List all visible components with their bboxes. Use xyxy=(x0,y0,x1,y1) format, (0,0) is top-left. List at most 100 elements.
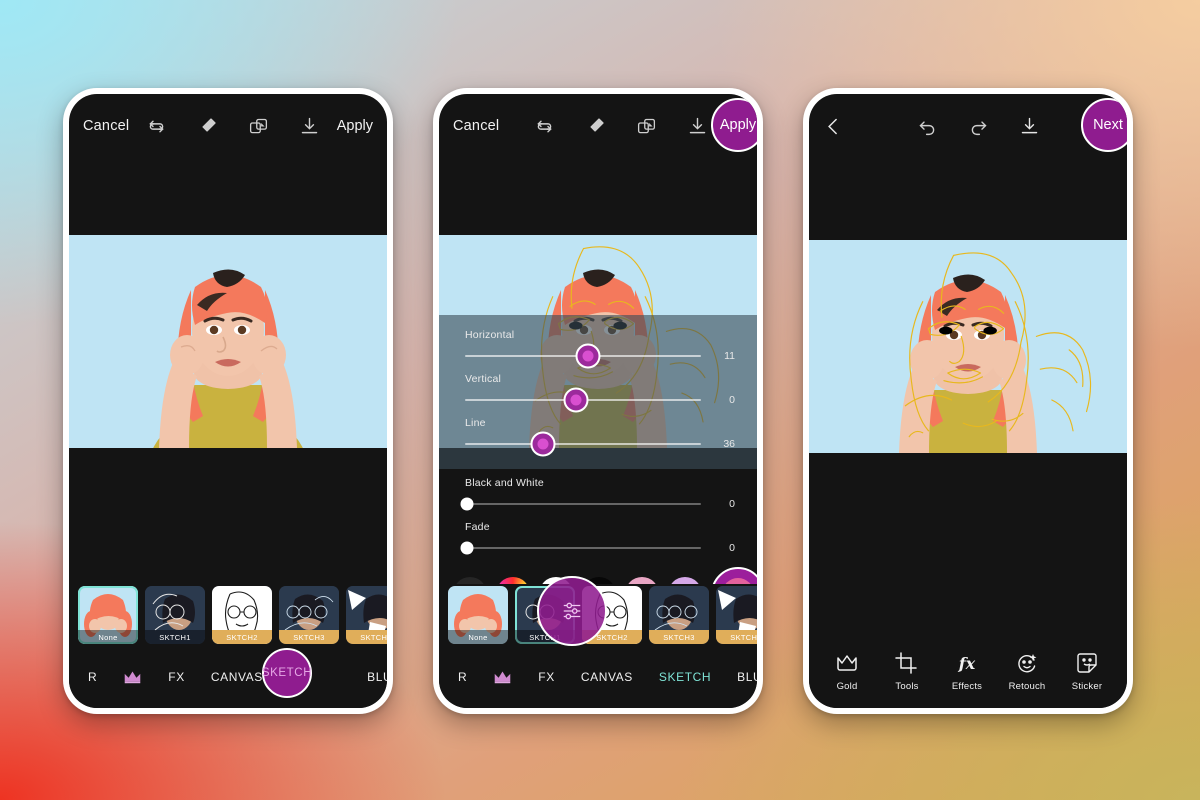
download-icon[interactable] xyxy=(299,116,320,137)
slider-label: Fade xyxy=(465,521,490,533)
nav-label: Gold xyxy=(836,681,858,692)
tab-filter-cut[interactable]: R xyxy=(75,670,110,684)
nav-item-effects[interactable]: fx Effects xyxy=(937,652,997,692)
cancel-button[interactable]: Cancel xyxy=(83,118,129,134)
apply-button[interactable]: Apply xyxy=(337,118,373,134)
rotate-icon[interactable] xyxy=(534,116,555,137)
tab-blur[interactable]: BLUR xyxy=(724,670,757,684)
nav-item-gold[interactable]: Gold xyxy=(817,652,877,692)
phone-2-topbar-icons xyxy=(499,116,743,137)
slider-label: Line xyxy=(465,417,486,429)
undo-icon[interactable] xyxy=(917,116,938,137)
nav-item-tools[interactable]: Tools xyxy=(877,652,937,692)
next-button[interactable]: Next xyxy=(1081,98,1127,152)
tab-sketch[interactable]: SKETCH xyxy=(646,670,724,684)
thumbnail-label: SKTCH4 xyxy=(346,630,387,644)
nav-item-cut[interactable]: Cut xyxy=(1117,652,1127,692)
thumbnail-label: SKTCH4 xyxy=(716,630,757,644)
slider-label: Vertical xyxy=(465,373,502,385)
slider-track[interactable] xyxy=(465,387,701,413)
rotate-icon[interactable] xyxy=(146,116,167,137)
cancel-button[interactable]: Cancel xyxy=(453,118,499,134)
slider-track[interactable] xyxy=(465,431,701,457)
slider-knob[interactable] xyxy=(460,497,474,511)
crown-icon[interactable] xyxy=(110,670,155,685)
thumbnail-sktch4[interactable]: SKTCH4 xyxy=(716,586,757,644)
svg-text:fx: fx xyxy=(958,654,976,673)
tab-canvas[interactable]: CANVAS xyxy=(568,670,646,684)
phone-mockup-2: Cancel Apply Horizontal 11 Vertical 0 Li… xyxy=(433,88,763,714)
sliders-adjust-icon xyxy=(561,600,583,622)
thumbnail-label: None xyxy=(448,630,508,644)
primary-sliders-group: Horizontal 11 Vertical 0 Line 36 xyxy=(439,315,757,469)
thumbnail-label: SKTCH2 xyxy=(212,630,272,644)
nav-label: Effects xyxy=(951,681,983,692)
eraser-icon[interactable] xyxy=(585,116,606,137)
tab-fx[interactable]: FX xyxy=(525,670,568,684)
fx-icon: fx xyxy=(955,652,979,674)
thumbnail-none[interactable]: None xyxy=(448,586,508,644)
sticker-icon xyxy=(1075,652,1099,674)
layers-icon[interactable] xyxy=(636,116,657,137)
nav-label: Tools xyxy=(895,681,919,692)
back-chevron-icon[interactable] xyxy=(823,116,844,137)
phone-1-screen: Cancel Apply None SKTCH1 SKTCH2 SKTCH3 S… xyxy=(69,94,387,708)
eraser-icon[interactable] xyxy=(197,116,218,137)
nav-item-sticker[interactable]: Sticker xyxy=(1057,652,1117,692)
phone-2-screen: Cancel Apply Horizontal 11 Vertical 0 Li… xyxy=(439,94,757,708)
slider-fade[interactable]: Fade 0 xyxy=(439,519,757,556)
thumbnail-sktch4[interactable]: SKTCH4 xyxy=(346,586,387,644)
slider-track[interactable] xyxy=(465,343,701,369)
download-icon[interactable] xyxy=(1019,116,1040,137)
slider-track[interactable] xyxy=(460,541,701,555)
redo-icon[interactable] xyxy=(968,116,989,137)
slider-knob[interactable] xyxy=(563,387,589,413)
portrait-photo xyxy=(69,235,387,448)
phone-3-topbar-icons xyxy=(844,116,1113,137)
crown-icon[interactable] xyxy=(480,670,525,685)
slider-knob[interactable] xyxy=(460,541,474,555)
phone-3-screen: Next Gold Tools fx Effects Retouch Stick… xyxy=(809,94,1127,708)
thumbnail-sktch1[interactable]: SKTCH1 xyxy=(145,586,205,644)
slider-value: 0 xyxy=(729,498,735,510)
tab-blur[interactable]: BLUR xyxy=(354,670,387,684)
nav-item-retouch[interactable]: Retouch xyxy=(997,652,1057,692)
slider-horizontal[interactable]: Horizontal 11 xyxy=(439,327,757,369)
phone-1-preset-thumbnails: None SKTCH1 SKTCH2 SKTCH3 SKTCH4 xyxy=(69,584,387,646)
crop-icon xyxy=(895,652,919,674)
download-icon[interactable] xyxy=(687,116,708,137)
layers-icon[interactable] xyxy=(248,116,269,137)
thumbnail-label: SKTCH3 xyxy=(649,630,709,644)
slider-value: 11 xyxy=(724,350,735,362)
thumbnail-sktch2[interactable]: SKTCH2 xyxy=(212,586,272,644)
slider-line[interactable]: Line 36 xyxy=(439,415,757,457)
thumbnail-sktch3[interactable]: SKTCH3 xyxy=(279,586,339,644)
thumbnail-sktch1-selected-overlay[interactable] xyxy=(537,576,607,646)
slider-label: Horizontal xyxy=(465,329,515,341)
slider-knob[interactable] xyxy=(530,431,556,457)
slider-label: Black and White xyxy=(465,477,544,489)
slider-value: 0 xyxy=(729,394,735,406)
tab-sketch-selected[interactable]: SKETCH xyxy=(262,648,312,698)
nav-label: Retouch xyxy=(1008,681,1046,692)
slider-black-and-white[interactable]: Black and White 0 xyxy=(439,475,757,512)
phone-mockup-3: Next Gold Tools fx Effects Retouch Stick… xyxy=(803,88,1133,714)
face-retouch-icon xyxy=(1015,652,1039,674)
slider-track[interactable] xyxy=(460,497,701,511)
tab-fx[interactable]: FX xyxy=(155,670,198,684)
phone-1-topbar-icons xyxy=(129,116,336,137)
slider-value: 0 xyxy=(729,542,735,554)
slider-vertical[interactable]: Vertical 0 xyxy=(439,371,757,413)
thumbnail-label: SKTCH1 xyxy=(145,630,205,644)
slider-knob[interactable] xyxy=(575,343,601,369)
phone-3-topbar: Next xyxy=(809,94,1127,158)
thumbnail-sktch3[interactable]: SKTCH3 xyxy=(649,586,709,644)
screenshot-stage: Cancel Apply None SKTCH1 SKTCH2 SKTCH3 S… xyxy=(0,0,1200,800)
portrait-photo xyxy=(809,240,1127,453)
tab-filter-cut[interactable]: R xyxy=(445,670,480,684)
phone-2-tab-bar: R FX CANVAS SKETCH BLUR ARTISTIC MA xyxy=(439,646,757,708)
phone-mockup-1: Cancel Apply None SKTCH1 SKTCH2 SKTCH3 S… xyxy=(63,88,393,714)
thumbnail-none[interactable]: None xyxy=(78,586,138,644)
apply-button[interactable]: Apply xyxy=(711,98,757,152)
crown-icon xyxy=(835,652,859,674)
